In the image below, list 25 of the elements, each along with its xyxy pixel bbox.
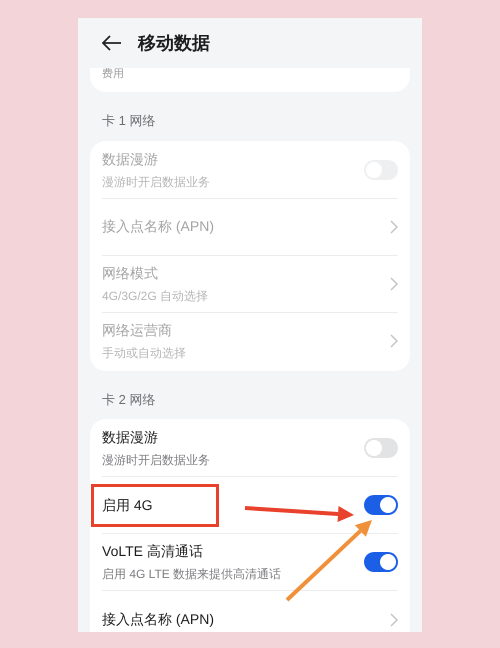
setting-title: 接入点名称 (APN) (102, 610, 214, 629)
back-arrow-icon[interactable] (102, 35, 122, 51)
setting-description: 4G/3G/2G 自动选择 (102, 288, 208, 304)
chevron-icon (390, 612, 398, 626)
toggle-switch[interactable] (364, 438, 398, 458)
setting-description: 漫游时开启数据业务 (102, 452, 210, 469)
chevron-icon (390, 220, 398, 234)
setting-title: 网络运营商 (102, 321, 173, 340)
setting-description: 漫游时开启数据业务 (102, 174, 210, 190)
page-title: 移动数据 (138, 32, 210, 54)
setting-description: 费用 (102, 68, 124, 80)
setting-title: 接入点名称 (APN) (102, 217, 214, 236)
setting-title: 数据漫游 (102, 428, 159, 447)
chevron-icon (390, 334, 398, 348)
toggle-switch[interactable] (364, 495, 398, 515)
setting-description: 手动或自动选择 (102, 345, 186, 362)
setting-title: 网络模式 (102, 264, 159, 282)
setting-title: VoLTE 高清通话 (102, 542, 204, 561)
section-header: 卡 1 网络 (101, 112, 156, 130)
setting-title: 启用 4G (102, 496, 153, 514)
section-header: 卡 2 网络 (101, 390, 156, 408)
toggle-switch[interactable] (364, 552, 398, 572)
chevron-icon (390, 276, 398, 290)
setting-description: 启用 4G LTE 数据来提供高清通话 (102, 566, 282, 583)
setting-title: 数据漫游 (102, 150, 159, 168)
